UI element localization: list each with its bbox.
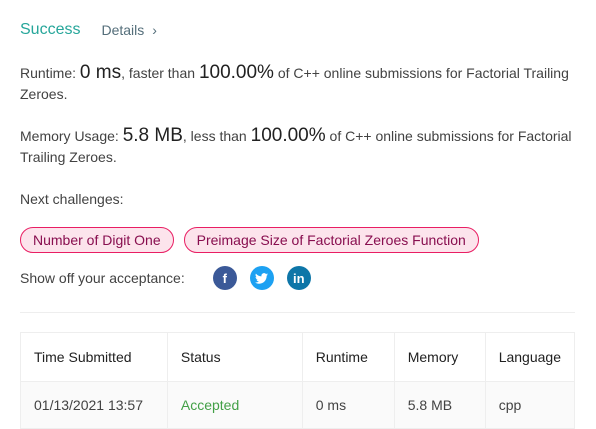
column-language: Language <box>484 332 576 382</box>
runtime-value: 0 ms <box>79 62 122 83</box>
runtime-stat: Runtime: 0 ms, faster than 100.00% of C+… <box>20 62 580 105</box>
memory-middle: , less than <box>182 128 247 144</box>
column-runtime: Runtime <box>301 332 395 382</box>
status-title: Success <box>20 21 81 38</box>
column-time-submitted: Time Submitted <box>20 332 168 382</box>
share-icons: f in <box>212 266 311 290</box>
memory-percent: 100.00% <box>250 125 326 146</box>
facebook-icon[interactable]: f <box>212 266 237 290</box>
runtime-label: Runtime: <box>20 65 77 81</box>
table-row: 01/13/2021 13:57 Accepted 0 ms 5.8 MB cp… <box>20 381 576 429</box>
next-challenges-list: Number of Digit One Preimage Size of Fac… <box>20 227 479 253</box>
share-row: Show off your acceptance: f in <box>20 266 311 290</box>
details-link[interactable]: Details › <box>101 22 156 38</box>
challenge-number-of-digit-one[interactable]: Number of Digit One <box>20 227 174 253</box>
status-accepted-link[interactable]: Accepted <box>166 381 303 429</box>
cell-memory: 5.8 MB <box>393 381 486 429</box>
table-header-row: Time Submitted Status Runtime Memory Lan… <box>20 332 576 382</box>
share-label: Show off your acceptance: <box>20 270 185 286</box>
memory-label: Memory Usage: <box>20 128 119 144</box>
runtime-percent: 100.00% <box>198 62 274 83</box>
submissions-table: Time Submitted Status Runtime Memory Lan… <box>20 332 576 429</box>
chevron-right-icon: › <box>152 22 157 38</box>
cell-time-submitted: 01/13/2021 13:57 <box>20 381 168 429</box>
next-challenges-label: Next challenges: <box>20 191 124 207</box>
twitter-icon[interactable] <box>249 266 274 290</box>
linkedin-icon[interactable]: in <box>286 266 311 290</box>
memory-value: 5.8 MB <box>122 125 183 146</box>
section-divider <box>20 312 575 313</box>
cell-runtime: 0 ms <box>301 381 395 429</box>
details-label: Details <box>101 22 145 38</box>
cell-language: cpp <box>484 381 576 429</box>
twitter-bird-glyph <box>255 272 269 284</box>
column-status: Status <box>166 332 303 382</box>
memory-stat: Memory Usage: 5.8 MB, less than 100.00% … <box>20 125 580 168</box>
runtime-middle: , faster than <box>121 65 196 81</box>
result-header: Success Details › <box>20 19 157 41</box>
challenge-preimage-size[interactable]: Preimage Size of Factorial Zeroes Functi… <box>183 227 479 253</box>
column-memory: Memory <box>393 332 486 382</box>
